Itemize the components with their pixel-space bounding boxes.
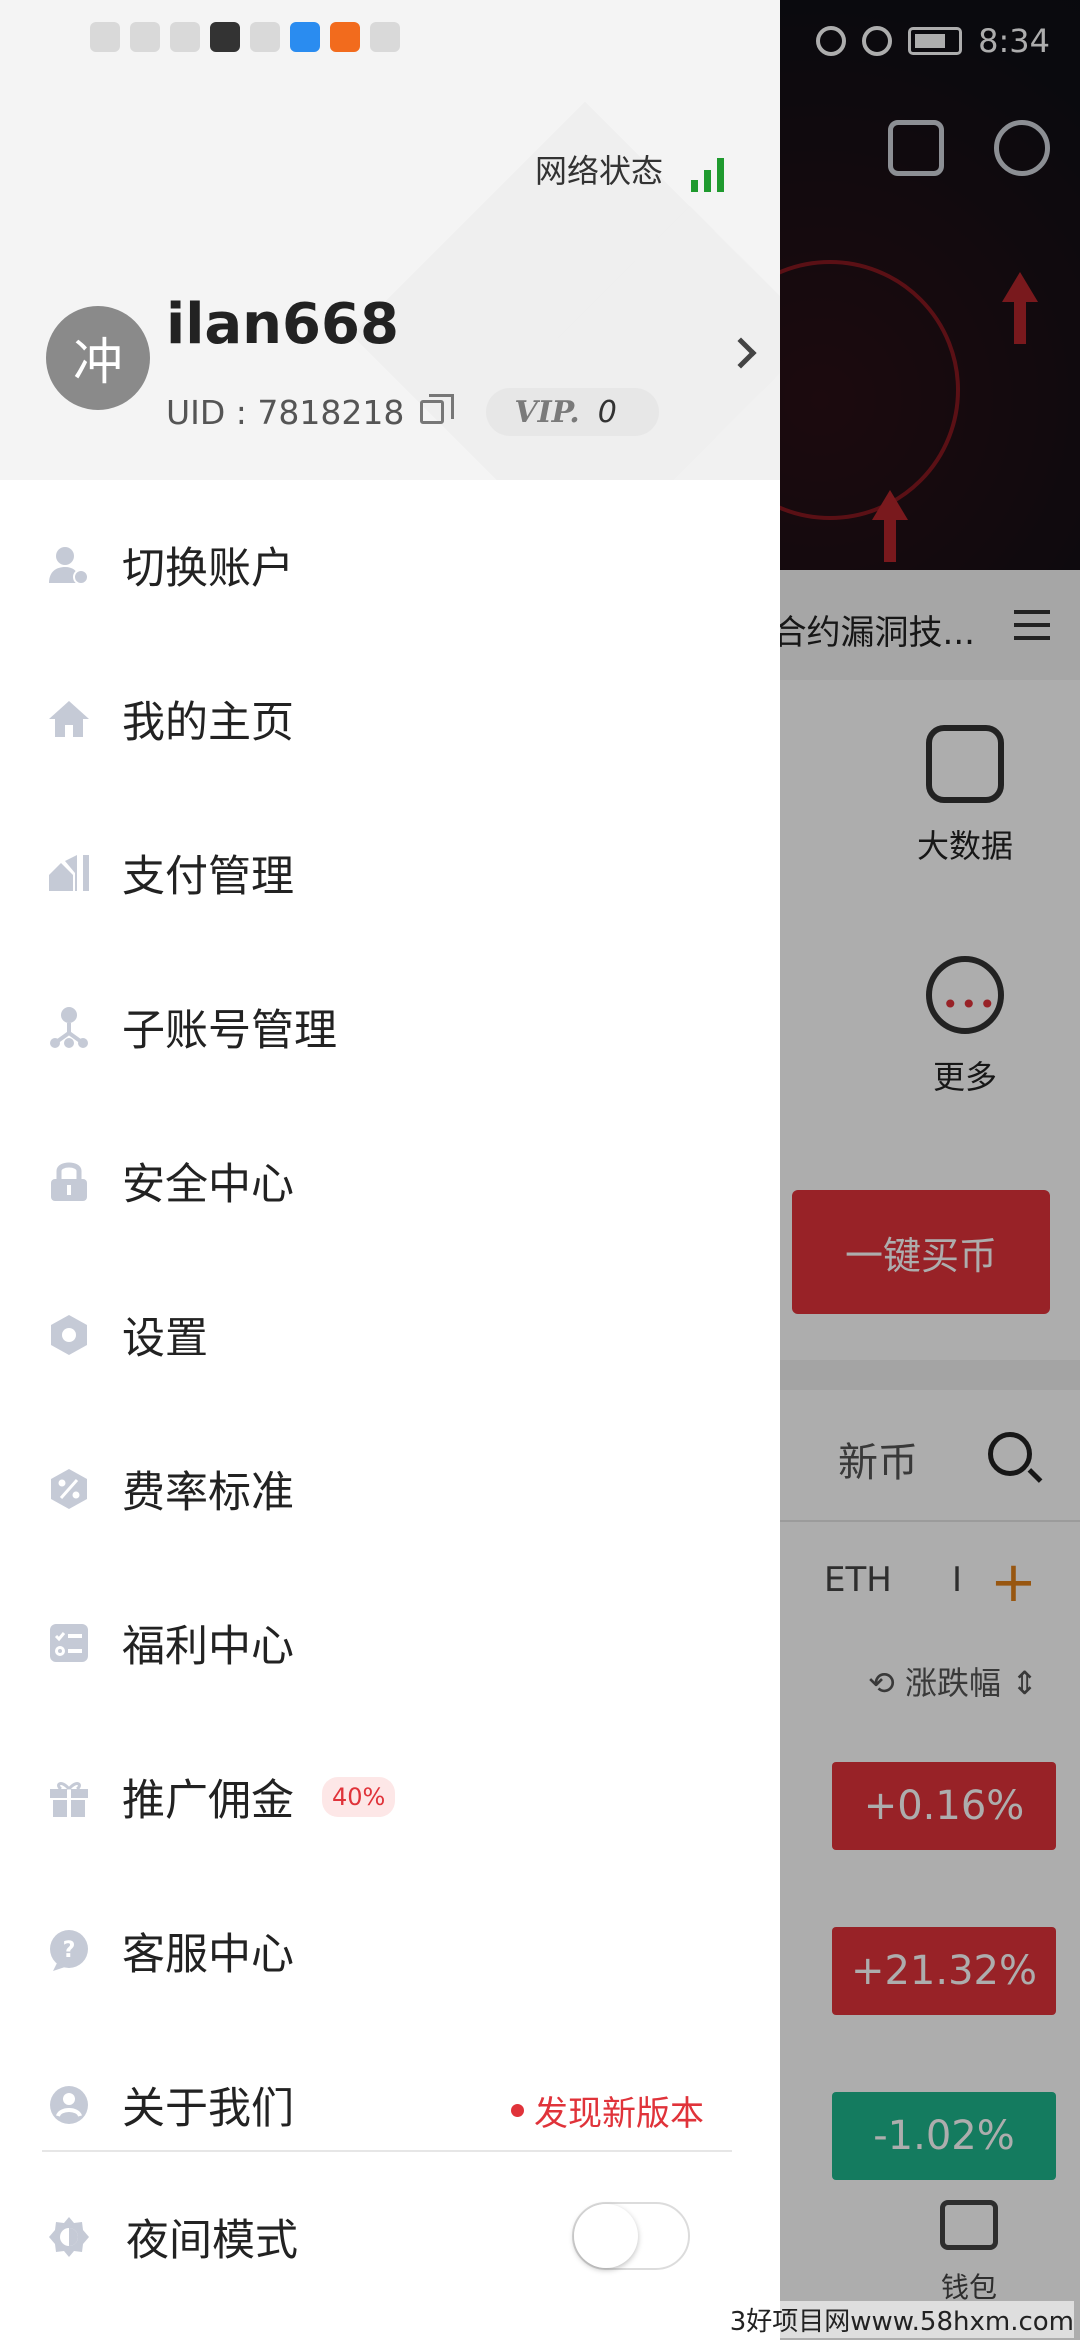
night-mode-row[interactable]: 夜间模式 — [0, 2172, 780, 2302]
night-mode-label: 夜间模式 — [126, 2216, 298, 2266]
checklist-icon — [46, 1620, 92, 1666]
menu-item-label: 安全中心 — [122, 1160, 294, 1210]
toggle-knob — [574, 2204, 638, 2268]
menu-item-label: 设置 — [122, 1314, 208, 1364]
menu-item-sub-account[interactable]: 子账号管理 — [0, 950, 780, 1104]
menu-item-customer-service[interactable]: ? 客服中心 — [0, 1874, 780, 2028]
app-notification-icon — [370, 22, 400, 52]
gift-icon — [46, 1774, 92, 1820]
status-bar-left — [90, 22, 400, 52]
menu-item-label: 费率标准 — [122, 1468, 294, 1518]
vip-mark: VIP. — [514, 394, 580, 430]
drawer-scrim[interactable] — [780, 0, 1080, 2340]
menu-item-referral[interactable]: 推广佣金 40% — [0, 1720, 780, 1874]
uid-row: UID : 7818218 VIP. 0 — [166, 388, 659, 436]
night-mode-icon — [46, 2214, 92, 2260]
hd-icon — [90, 22, 120, 52]
vip-level: 0 — [597, 394, 617, 430]
svg-text:?: ? — [63, 1938, 76, 1963]
menu-item-label: 客服中心 — [122, 1930, 294, 1980]
app-notification-icon — [250, 22, 280, 52]
help-icon: ? — [46, 1928, 92, 1974]
new-version-notice[interactable]: 发现新版本 — [511, 2086, 704, 2135]
menu-item-benefits[interactable]: 福利中心 — [0, 1566, 780, 1720]
user-switch-icon — [46, 542, 92, 588]
percent-icon — [46, 1466, 92, 1512]
avatar[interactable]: 冲 — [46, 306, 150, 410]
sub-account-icon — [46, 1004, 92, 1050]
copy-icon[interactable] — [420, 394, 455, 424]
menu-item-label: 切换账户 — [122, 544, 294, 594]
menu-item-settings[interactable]: 设置 — [0, 1258, 780, 1412]
uid-text: UID : 7818218 — [166, 392, 405, 432]
menu-item-payment[interactable]: 支付管理 — [0, 796, 780, 950]
payment-icon — [46, 850, 92, 896]
commission-badge: 40% — [322, 1777, 396, 1817]
wifi-icon — [170, 22, 200, 52]
signal-icon — [130, 22, 160, 52]
home-icon — [46, 696, 92, 742]
menu-item-label: 推广佣金 — [122, 1776, 294, 1826]
menu-item-switch-account[interactable]: 切换账户 — [0, 488, 780, 642]
vip-badge[interactable]: VIP. 0 — [486, 388, 659, 436]
side-drawer: 网络状态 冲 ilan668 UID : 7818218 VIP. 0 切换账户 — [0, 0, 780, 2340]
menu-item-security[interactable]: 安全中心 — [0, 1104, 780, 1258]
menu-item-label: 我的主页 — [122, 698, 294, 748]
profile-header[interactable]: 网络状态 冲 ilan668 UID : 7818218 VIP. 0 — [0, 0, 780, 480]
watermark: 3好项目网www.58hxm.com — [729, 2301, 1074, 2338]
settings-icon — [46, 1312, 92, 1358]
menu-item-label: 福利中心 — [122, 1622, 294, 1672]
divider — [42, 2150, 732, 2152]
menu-item-fee-rates[interactable]: 费率标准 — [0, 1412, 780, 1566]
app-notification-icon — [210, 22, 240, 52]
about-icon — [46, 2082, 92, 2128]
night-mode-toggle[interactable] — [572, 2202, 690, 2270]
menu-item-label: 子账号管理 — [122, 1006, 337, 1056]
menu-item-about[interactable]: 关于我们 发现新版本 — [0, 2028, 780, 2182]
menu-item-label: 关于我们 — [122, 2084, 294, 2134]
network-signal-icon — [691, 156, 724, 192]
lock-icon — [46, 1158, 92, 1204]
app-notification-icon — [290, 22, 320, 52]
drawer-menu: 切换账户 我的主页 支付管理 子账号管理 安全中心 设置 费率标准 福利中心 推… — [0, 488, 780, 2182]
network-status[interactable]: 网络状态 — [535, 146, 724, 192]
menu-item-homepage[interactable]: 我的主页 — [0, 642, 780, 796]
username: ilan668 — [166, 292, 399, 357]
menu-item-label: 支付管理 — [122, 852, 294, 902]
app-notification-icon — [330, 22, 360, 52]
network-status-label: 网络状态 — [534, 152, 663, 190]
